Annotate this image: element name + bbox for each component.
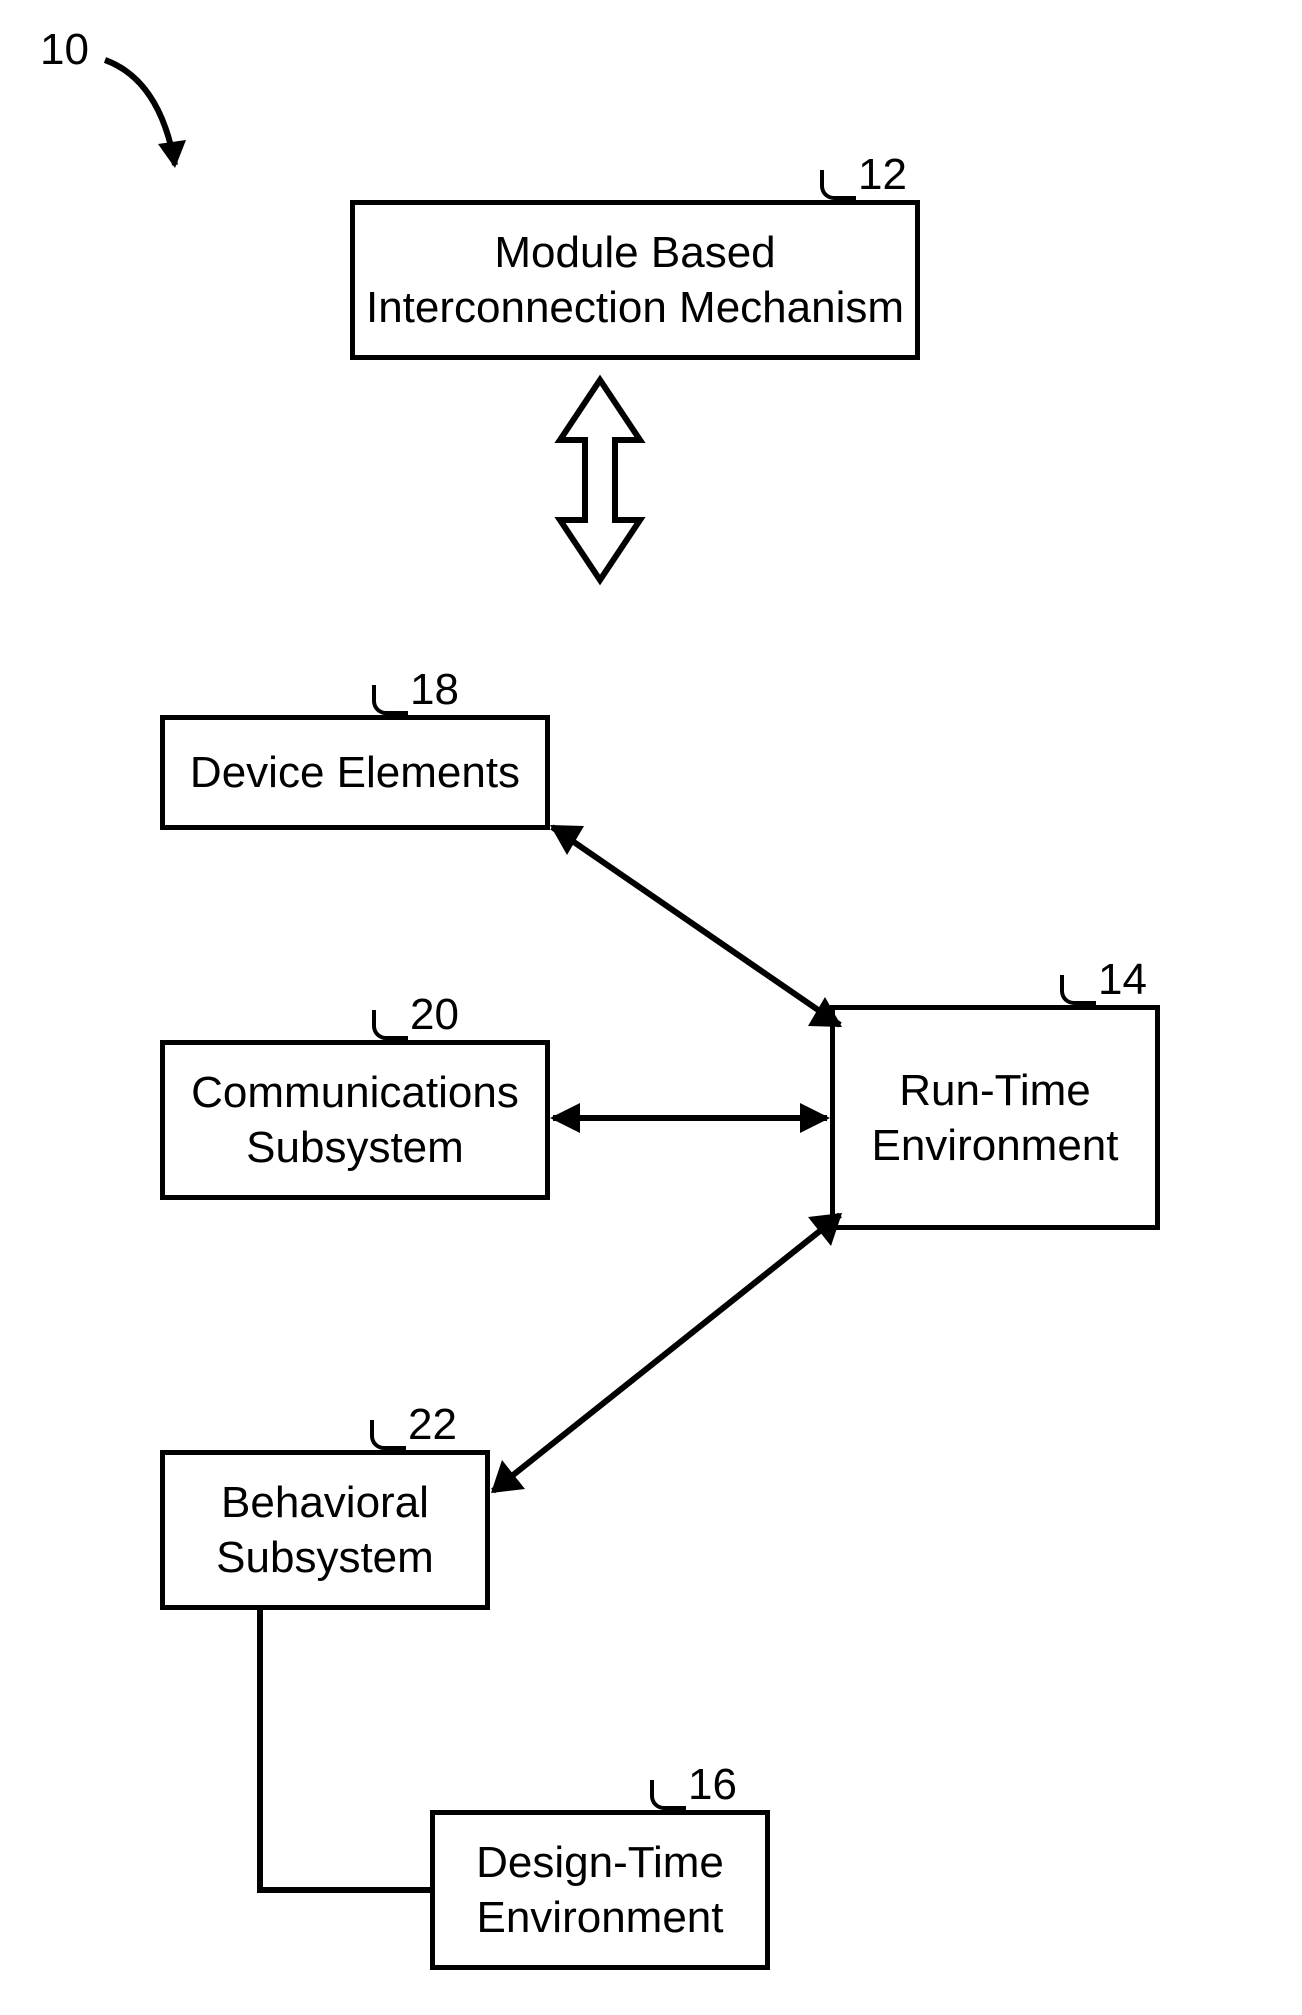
box-runtime-text: Run-Time Environment bbox=[871, 1063, 1118, 1173]
box-interconnection-mechanism: Module Based Interconnection Mechanism bbox=[350, 200, 920, 360]
box-communications-subsystem: Communications Subsystem bbox=[160, 1040, 550, 1200]
lead-22 bbox=[370, 1420, 406, 1450]
box-comms-text: Communications Subsystem bbox=[191, 1065, 519, 1175]
box-device-text: Device Elements bbox=[190, 745, 520, 800]
ref-22: 22 bbox=[408, 1400, 457, 1450]
lead-12 bbox=[820, 170, 856, 200]
lead-16 bbox=[650, 1780, 686, 1810]
box-device-elements: Device Elements bbox=[160, 715, 550, 830]
box-designtime-text: Design-Time Environment bbox=[476, 1835, 724, 1945]
ref-18: 18 bbox=[410, 665, 459, 715]
ref-14: 14 bbox=[1098, 955, 1147, 1005]
lead-20 bbox=[372, 1010, 408, 1040]
box-runtime-environment: Run-Time Environment bbox=[830, 1005, 1160, 1230]
ref-16: 16 bbox=[688, 1760, 737, 1810]
box-behavioral-subsystem: Behavioral Subsystem bbox=[160, 1450, 490, 1610]
figure-number-label: 10 bbox=[40, 25, 89, 75]
lead-18 bbox=[372, 685, 408, 715]
ref-20: 20 bbox=[410, 990, 459, 1040]
ref-12: 12 bbox=[858, 150, 907, 200]
box-interconnection-text: Module Based Interconnection Mechanism bbox=[366, 225, 904, 335]
box-behavioral-text: Behavioral Subsystem bbox=[216, 1475, 434, 1585]
box-designtime-environment: Design-Time Environment bbox=[430, 1810, 770, 1970]
lead-14 bbox=[1060, 975, 1096, 1005]
